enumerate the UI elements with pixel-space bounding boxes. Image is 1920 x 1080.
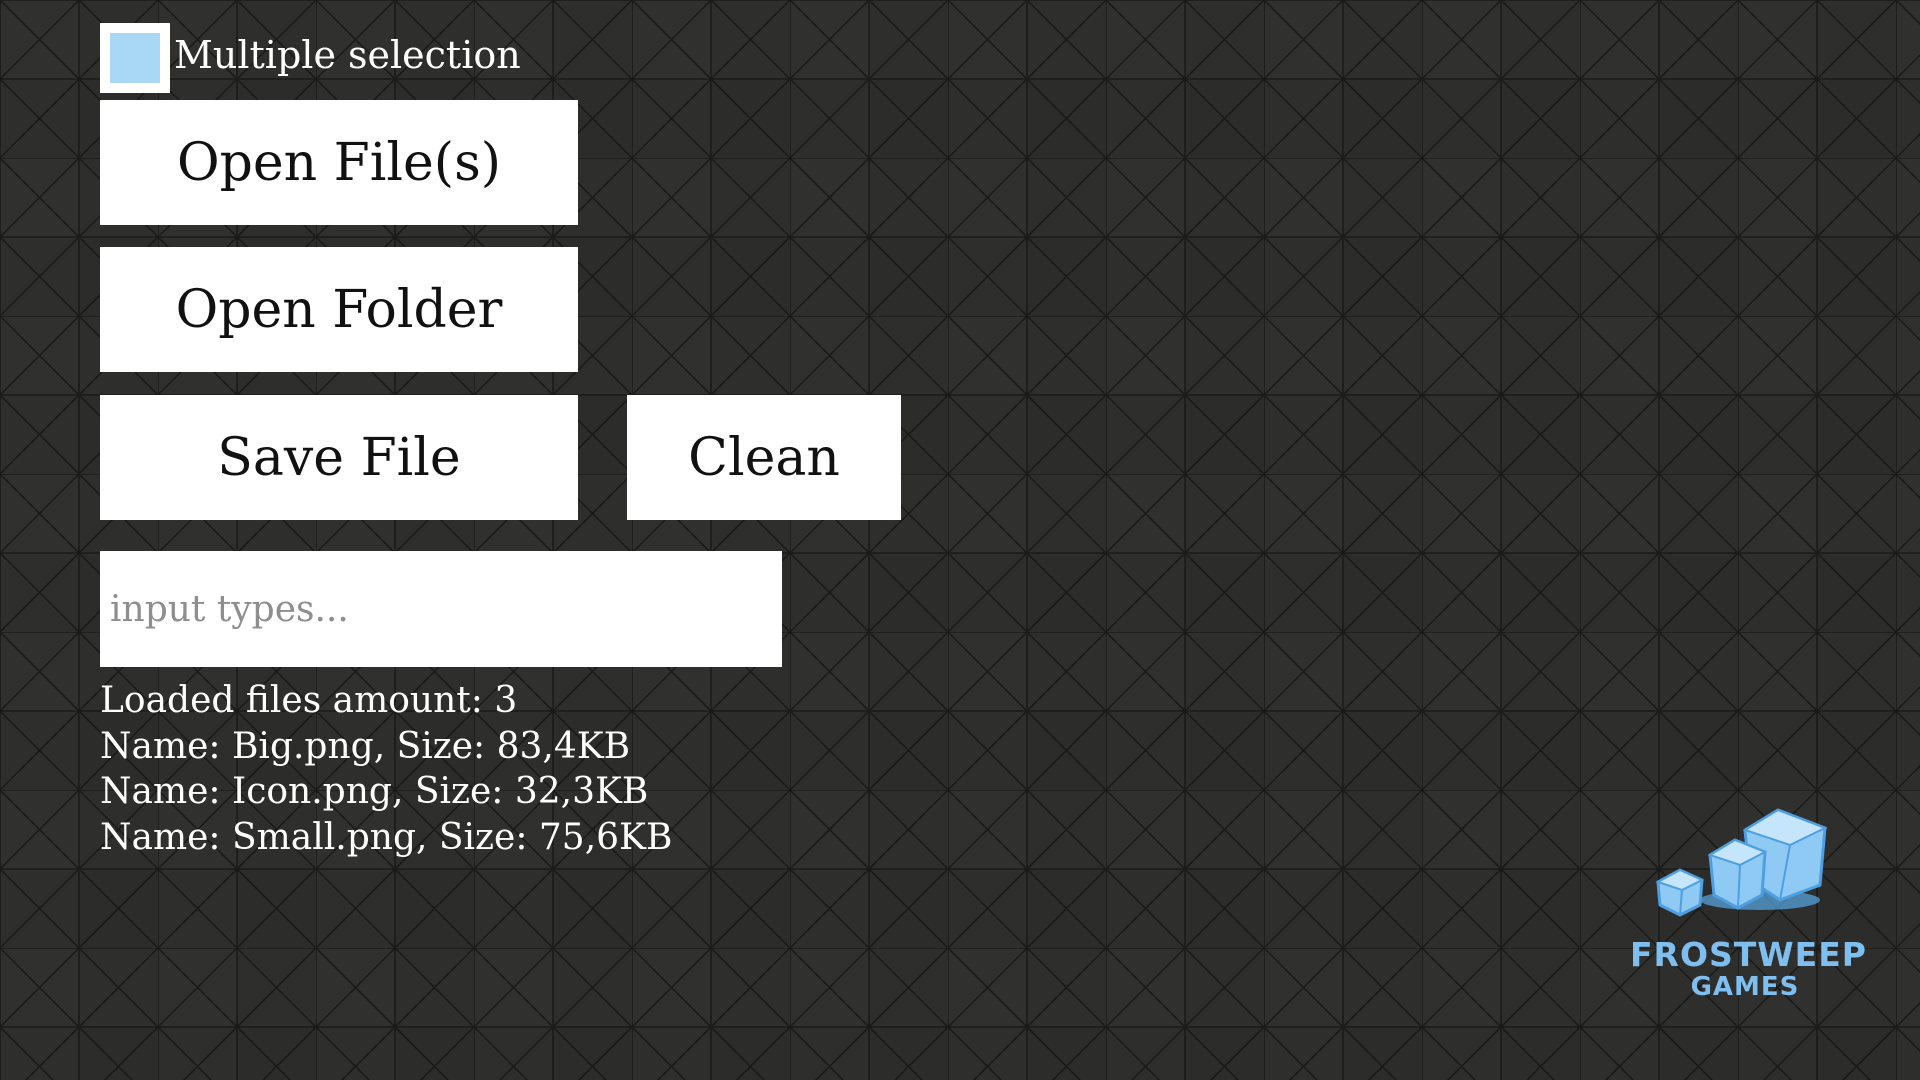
file-entry: Name: Big.png, Size: 83,4KB xyxy=(100,725,631,767)
save-file-button[interactable]: Save File xyxy=(100,395,578,520)
loaded-files-info: Loaded files amount: 3 Name: Big.png, Si… xyxy=(100,678,672,860)
loaded-files-amount: Loaded files amount: 3 xyxy=(100,680,518,721)
logo-subtitle: GAMES xyxy=(1690,972,1800,1002)
ice-cubes-icon xyxy=(1655,808,1828,917)
open-folder-button[interactable]: Open Folder xyxy=(100,247,578,372)
multiple-selection-checkbox[interactable] xyxy=(100,23,170,93)
clean-button[interactable]: Clean xyxy=(627,395,901,520)
file-entry: Name: Icon.png, Size: 32,3KB xyxy=(100,771,649,812)
multiple-selection-label: Multiple selection xyxy=(174,33,521,77)
input-types-field[interactable] xyxy=(100,551,782,667)
frostweep-games-logo: FROSTWEEP GAMES xyxy=(1630,800,1867,1015)
logo-title: FROSTWEEP xyxy=(1630,935,1867,974)
open-files-button[interactable]: Open File(s) xyxy=(100,100,578,225)
file-entry: Name: Small.png, Size: 75,6KB xyxy=(100,816,673,858)
checkbox-checkmark xyxy=(110,33,160,83)
